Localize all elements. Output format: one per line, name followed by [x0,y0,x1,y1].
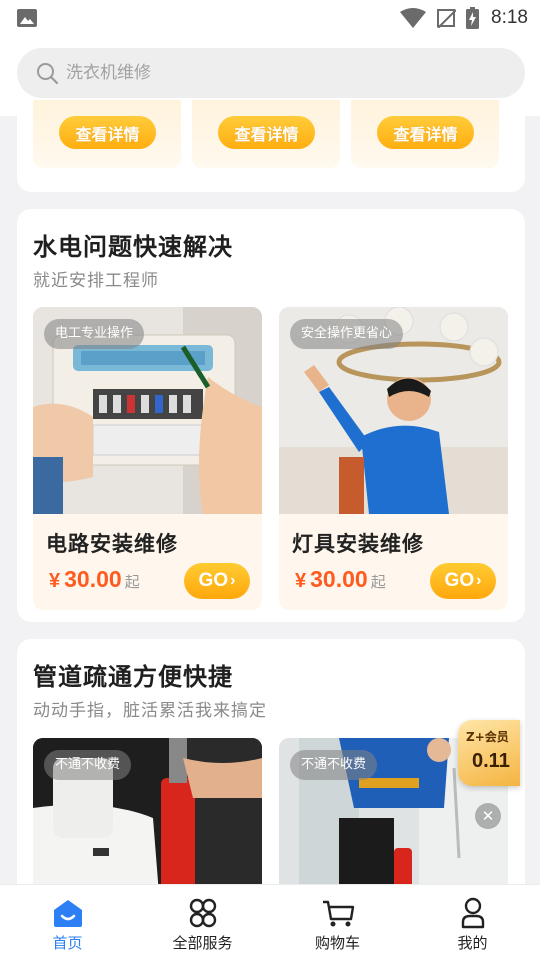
no-signal-icon [437,9,457,28]
go-button[interactable]: GO › [184,563,250,599]
service-price: ¥30.00 起 [49,566,140,592]
nav-label: 购物车 [314,934,360,952]
user-icon [461,897,484,929]
nav-profile[interactable]: 我的 [405,885,540,961]
search-input[interactable] [64,62,488,84]
chevron-right-icon: › [230,572,236,589]
image-notification-icon [17,9,37,27]
view-details-button[interactable]: 查看详情 [59,116,156,149]
section-subtitle: 就近安排工程师 [33,271,159,291]
bottom-nav: 首页 全部服务 购物车 我的 [0,884,540,961]
vip-promo-badge[interactable]: Z+会员 0.11 [458,720,520,786]
promo-card: 查看详情 查看详情 查看详情 [17,100,525,192]
service-card-circuit[interactable]: 电工专业操作 电路安装维修 ¥30.00 起 GO › [33,307,262,610]
section-title: 管道疏通方便快捷 [33,663,233,691]
chevron-right-icon: › [476,572,482,589]
section-subtitle: 动动手指，脏活累活我来搞定 [33,701,267,721]
service-tag: 不通不收费 [44,750,132,780]
nav-home[interactable]: 首页 [0,885,135,961]
clock: 8:18 [491,7,528,28]
service-name: 灯具安装维修 [292,532,424,556]
go-button[interactable]: GO › [430,563,496,599]
service-tag: 安全操作更省心 [290,319,404,349]
nav-all-services[interactable]: 全部服务 [135,885,270,961]
home-icon [53,900,82,927]
section-title: 水电问题快速解决 [33,233,233,261]
service-tag: 不通不收费 [290,750,378,780]
promo-item: 查看详情 [351,100,499,168]
service-price: ¥30.00 起 [295,566,386,592]
cart-icon [322,900,354,927]
plumbing-section: 管道疏通方便快捷 动动手指，脏活累活我来搞定 不通不收费 不通不收费 [17,639,525,899]
nav-cart[interactable]: 购物车 [270,885,405,961]
service-card-toilet[interactable]: 不通不收费 [33,738,262,898]
grid-icon [189,898,216,928]
electrical-section: 水电问题快速解决 就近安排工程师 电工专业操作 电路安装维修 ¥30.00起 [17,209,525,622]
nav-label: 首页 [52,934,83,952]
battery-charging-icon [466,7,480,29]
status-bar: 8:18 [0,0,540,36]
view-details-button[interactable]: 查看详情 [218,116,315,149]
promo-item: 查看详情 [33,100,181,168]
nav-label: 我的 [457,934,488,952]
close-icon[interactable]: ✕ [475,803,501,829]
vip-label: Z+会员 [466,730,509,744]
search-bar[interactable] [17,48,525,98]
service-tag: 电工专业操作 [44,319,145,349]
service-card-lamp[interactable]: 安全操作更省心 灯具安装维修 ¥30.00 起 GO › [279,307,508,610]
service-name: 电路安装维修 [46,532,178,556]
promo-item: 查看详情 [192,100,340,168]
view-details-button[interactable]: 查看详情 [377,116,474,149]
nav-label: 全部服务 [172,934,233,952]
wifi-icon [400,8,427,28]
search-icon [37,63,58,84]
vip-price: 0.11 [472,750,510,772]
